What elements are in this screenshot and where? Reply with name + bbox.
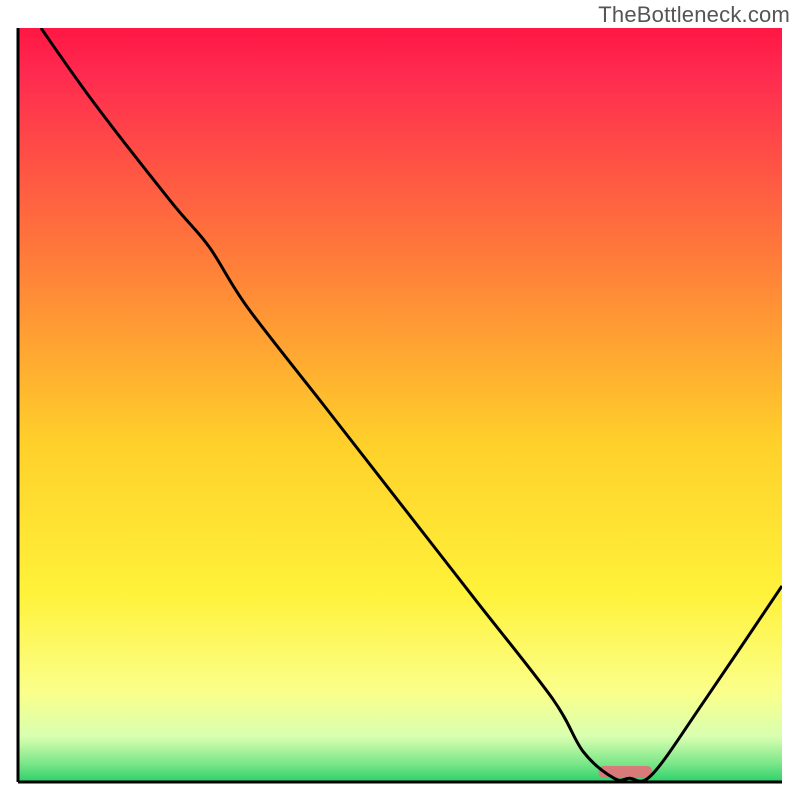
chart-frame: { "watermark": "TheBottleneck.com", "cha… [0, 0, 800, 800]
plot-background [18, 28, 782, 782]
chart-svg [0, 0, 800, 800]
watermark-text: TheBottleneck.com [598, 2, 790, 28]
